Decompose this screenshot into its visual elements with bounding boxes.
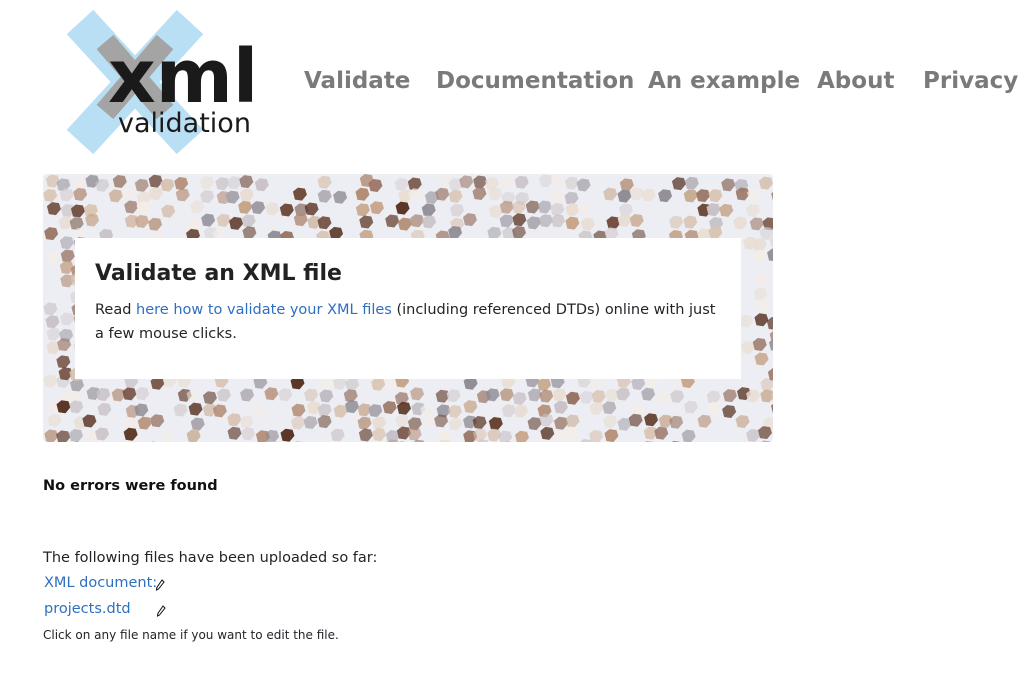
edit-hint: Click on any file name if you want to ed… (43, 628, 339, 642)
pencil-icon[interactable] (155, 579, 165, 591)
pencil-icon[interactable] (156, 605, 166, 617)
site-logo[interactable]: xml validation (60, 2, 270, 160)
hero-text: Read here how to validate your XML files… (95, 298, 721, 346)
howto-link[interactable]: here how to validate your XML files (136, 302, 392, 318)
hero-text-before: Read (95, 302, 137, 318)
nav-documentation[interactable]: Documentation (436, 64, 634, 98)
hero-title: Validate an XML file (95, 261, 342, 286)
file-link-xml-document[interactable]: XML document: (44, 575, 157, 591)
logo-subtitle: validation (118, 108, 251, 139)
validation-status: No errors were found (43, 478, 218, 494)
nav-about[interactable]: About (817, 64, 894, 98)
hero-card: Validate an XML file Read here how to va… (75, 238, 741, 379)
nav-an-example[interactable]: An example (648, 64, 800, 98)
file-row: projects.dtd (44, 601, 131, 617)
file-link-projects-dtd[interactable]: projects.dtd (44, 601, 131, 617)
hero-banner: Validate an XML file Read here how to va… (43, 174, 773, 442)
nav-privacy[interactable]: Privacy (923, 64, 1018, 98)
nav-validate[interactable]: Validate (304, 64, 410, 98)
uploaded-heading: The following files have been uploaded s… (43, 550, 378, 566)
file-row: XML document: (44, 575, 157, 591)
